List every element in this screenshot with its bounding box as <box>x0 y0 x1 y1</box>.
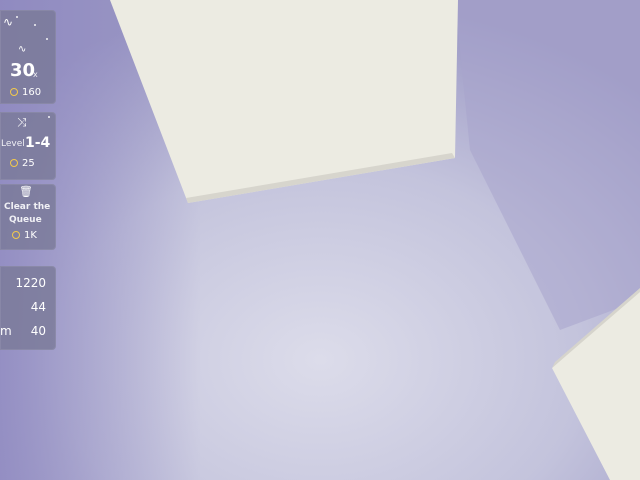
speed-cost-value: 160 <box>22 87 42 98</box>
speed-unit: x <box>33 70 38 79</box>
speed-upgrade-panel[interactable]: ∿ ∿ 30 x 160 <box>0 10 56 104</box>
clear-queue-panel[interactable]: 🗑 Clear the Queue 1K <box>0 184 56 250</box>
shuffle-icon: ⤨ <box>17 115 27 129</box>
level-cost-value: 25 <box>22 158 35 169</box>
speed-wave-icon: ∿ <box>3 15 14 29</box>
stat-value: 40 <box>30 324 46 338</box>
trash-icon: 🗑 <box>19 185 33 198</box>
coin-icon <box>10 88 18 96</box>
speed-cost: 160 <box>10 87 41 98</box>
stat-label: m <box>0 324 12 338</box>
sparkle-decoration <box>48 116 50 118</box>
stat-value: 44 <box>30 300 46 314</box>
level-upgrade-panel[interactable]: ⤨ Level 1-4 25 <box>0 112 56 180</box>
speed-wave-icon: ∿ <box>18 44 27 55</box>
speed-value: 30 <box>10 60 36 81</box>
game-scene <box>0 0 640 480</box>
clear-queue-label-line1: Clear the <box>4 202 51 212</box>
clear-queue-cost-value: 1K <box>24 230 37 241</box>
sparkle-decoration <box>16 16 18 18</box>
stat-row: m 40 <box>0 324 56 340</box>
stat-row: 1220 <box>0 276 56 292</box>
clear-queue-label-line2: Queue <box>9 215 42 225</box>
level-value: 1-4 <box>25 135 51 151</box>
sparkle-decoration <box>46 38 48 40</box>
level-cost: 25 <box>10 158 35 169</box>
coin-icon <box>12 231 20 239</box>
sparkle-decoration <box>34 24 36 26</box>
clear-queue-cost: 1K <box>12 230 37 241</box>
stat-value: 1220 <box>15 276 46 290</box>
level-label: Level <box>1 139 25 149</box>
stats-panel: 1220 44 m 40 <box>0 266 56 350</box>
coin-icon <box>10 159 18 167</box>
stat-row: 44 <box>0 300 56 316</box>
